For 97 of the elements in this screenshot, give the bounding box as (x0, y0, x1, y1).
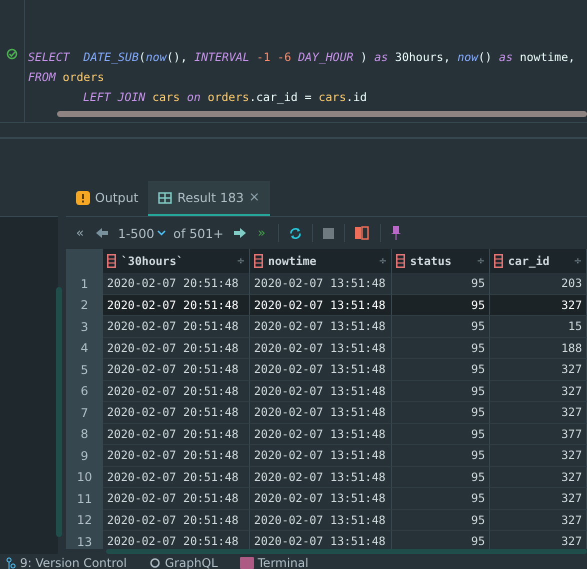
table-cell: 95 (392, 510, 490, 531)
table-cell: 95 (392, 424, 490, 445)
table-cell: 327 (490, 510, 587, 531)
column-header[interactable]: `30hours` ÷ (103, 249, 250, 273)
table-cell: 377 (490, 424, 587, 445)
table-cell: 327 (490, 380, 587, 402)
table-cell: 2020-02-07 20:51:48 (103, 424, 250, 445)
table-cell: 327 (490, 466, 587, 488)
row-number: 3 (66, 316, 103, 338)
table-cell: 95 (392, 466, 490, 488)
table-icon (158, 192, 172, 204)
compare-icon[interactable] (354, 226, 370, 240)
row-number: 4 (66, 338, 103, 359)
table-cell: 2020-02-07 20:51:48 (103, 445, 250, 466)
code-line: LEFT JOIN cars on orders.car_id = cars.id (83, 89, 367, 106)
table-cell: 2020-02-07 13:51:48 (250, 488, 392, 510)
table-cell: 2020-02-07 13:51:48 (250, 316, 392, 338)
scrollbar[interactable] (106, 549, 587, 554)
status-tab[interactable]: 9: Version Control (6, 556, 127, 569)
table-cell: 2020-02-07 13:51:48 (250, 510, 392, 531)
table-cell: 2020-02-07 13:51:48 (250, 424, 392, 445)
table-cell: 2020-02-07 20:51:48 (103, 380, 250, 402)
table-cell: 327 (490, 488, 587, 510)
stop-icon[interactable] (322, 228, 334, 238)
pin-icon[interactable] (390, 226, 401, 240)
table-cell: 95 (392, 488, 490, 510)
table-cell: 2020-02-07 13:51:48 (250, 380, 392, 402)
table-cell: 2020-02-07 13:51:48 (250, 338, 392, 359)
column-icon (494, 254, 503, 268)
table-cell: 2020-02-07 13:51:48 (250, 359, 392, 380)
column-header[interactable]: nowtime ÷ (250, 249, 392, 273)
row-number: 5 (66, 359, 103, 380)
terminal-icon (240, 557, 254, 569)
table-cell: 2020-02-07 20:51:48 (103, 510, 250, 531)
table-cell: 2020-02-07 20:51:48 (103, 488, 250, 510)
table-cell: 2020-02-07 13:51:48 (250, 294, 392, 316)
row-count: of 501+ (173, 226, 224, 240)
table-cell: 188 (490, 338, 587, 359)
table-cell: 95 (392, 338, 490, 359)
scrollbar[interactable] (56, 287, 62, 537)
page-range[interactable]: 1-500 (118, 226, 154, 240)
scrollbar[interactable] (57, 111, 587, 117)
close-icon[interactable]: × (248, 190, 260, 205)
table-cell: 2020-02-07 20:51:48 (103, 338, 250, 359)
row-number: 11 (66, 488, 103, 510)
code-line: FROM orders (28, 69, 104, 86)
table-cell: 95 (392, 294, 490, 316)
sort-icon[interactable]: ÷ (378, 256, 387, 266)
status-tab[interactable]: Terminal (240, 556, 308, 569)
table-cell: 2020-02-07 20:51:48 (103, 294, 250, 316)
first-page-button[interactable]: « (74, 226, 86, 240)
refresh-icon[interactable] (288, 226, 302, 240)
column-header[interactable]: status ÷ (392, 249, 490, 273)
row-number: 12 (66, 510, 103, 531)
table-cell: 2020-02-07 20:51:48 (103, 402, 250, 424)
sort-icon[interactable]: ÷ (574, 256, 582, 266)
code-line: SELECT DATE_SUB(now(), INTERVAL -1 -6 DAY_HOUR ) as 30hours, now() as nowtime, (28, 49, 576, 66)
table-cell: 2020-02-07 20:51:48 (103, 466, 250, 488)
table-cell: 327 (490, 294, 587, 316)
table-cell: 327 (490, 445, 587, 466)
table-cell: 2020-02-07 20:51:48 (103, 316, 250, 338)
table-cell: 327 (490, 402, 587, 424)
table-cell: 2020-02-07 13:51:48 (250, 402, 392, 424)
table-cell: 95 (392, 380, 490, 402)
warning-icon (76, 190, 90, 204)
header-corner (66, 249, 103, 273)
column-icon (254, 254, 263, 268)
column-header[interactable]: car_id ÷ (490, 249, 587, 273)
table-cell: 2020-02-07 20:51:48 (103, 359, 250, 380)
arrow-left-icon[interactable] (96, 228, 108, 238)
row-number: 8 (66, 424, 103, 445)
column-icon (396, 254, 405, 268)
last-page-button[interactable]: » (256, 226, 268, 240)
column-icon (107, 254, 116, 268)
chevron-down-icon[interactable] (157, 230, 166, 236)
row-number: 7 (66, 402, 103, 424)
row-number: 10 (66, 466, 103, 488)
arrow-right-icon[interactable] (234, 228, 246, 238)
table-cell: 15 (490, 316, 587, 338)
branch-icon (6, 557, 16, 569)
table-cell: 95 (392, 445, 490, 466)
row-number: 9 (66, 445, 103, 466)
row-number: 2 (66, 294, 103, 316)
table-cell: 2020-02-07 13:51:48 (250, 445, 392, 466)
table-cell: 2020-02-07 13:51:48 (250, 466, 392, 488)
row-number: 1 (66, 273, 103, 294)
row-number: 13 (66, 531, 103, 549)
table-cell: 95 (392, 359, 490, 380)
table-cell: 327 (490, 359, 587, 380)
check-icon (6, 48, 18, 60)
row-number: 6 (66, 380, 103, 402)
sort-icon[interactable]: ÷ (476, 256, 485, 266)
tab[interactable]: Output (66, 181, 148, 216)
tab[interactable]: Result 183 × (148, 181, 270, 216)
table-cell: 95 (392, 316, 490, 338)
sort-icon[interactable]: ÷ (236, 256, 245, 266)
table-cell: 95 (392, 402, 490, 424)
